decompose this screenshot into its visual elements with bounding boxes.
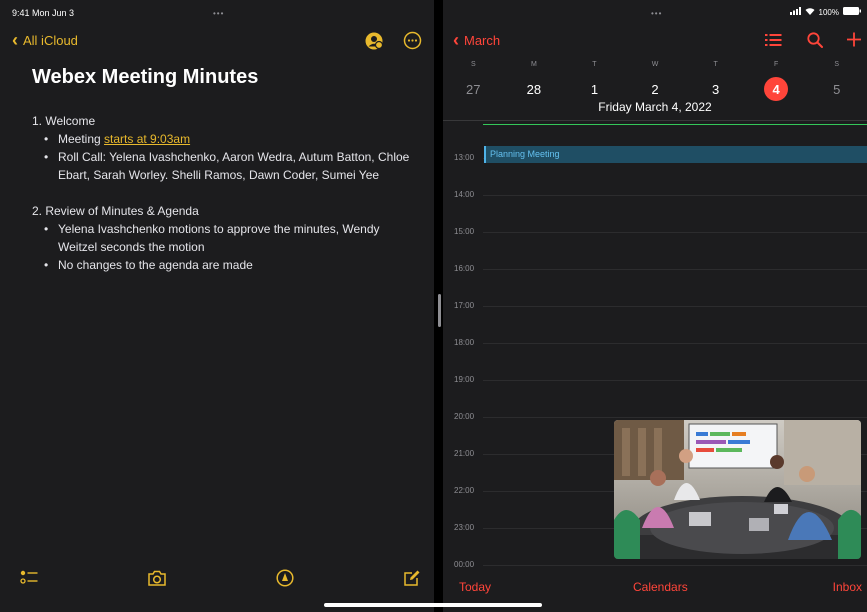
multitask-dots[interactable]: •••: [213, 9, 224, 18]
hour-row: 14:00: [443, 190, 867, 232]
calendar-pane: ••• 100% ‹ March S M T W T F S 27 28 1 2…: [443, 0, 867, 612]
video-pip-window[interactable]: [614, 420, 861, 559]
search-icon[interactable]: [807, 32, 823, 53]
camera-icon[interactable]: [147, 569, 167, 592]
hour-row: 00:00: [443, 560, 867, 573]
day-cell[interactable]: 1: [564, 77, 625, 101]
meeting-text: Meeting: [58, 132, 105, 146]
battery-percent: 100%: [818, 7, 839, 17]
status-indicators: 100%: [789, 7, 861, 17]
list-item: Meeting starts at 9:03am: [44, 130, 412, 148]
hour-row: 16:00: [443, 264, 867, 306]
chevron-left-icon: ‹: [453, 30, 459, 50]
section-heading-review: 2. Review of Minutes & Agenda: [32, 204, 199, 218]
weekday-label: T: [592, 61, 597, 68]
battery-icon: [843, 7, 861, 17]
wifi-icon: [805, 7, 815, 17]
day-cell[interactable]: 2: [625, 77, 686, 101]
hour-row: 17:00: [443, 301, 867, 343]
today-tab[interactable]: Today: [459, 580, 491, 594]
weekday-label: S: [470, 61, 476, 68]
list-item: No changes to the agenda are made: [44, 256, 412, 274]
split-view-handle[interactable]: [438, 294, 441, 327]
day-cell[interactable]: 28: [504, 77, 565, 101]
day-cell-selected[interactable]: 4: [746, 77, 807, 101]
notes-back-button[interactable]: ‹ All iCloud: [12, 30, 78, 50]
markup-pen-icon[interactable]: [276, 569, 294, 592]
hour-row: 13:00: [443, 153, 867, 195]
list-item: Yelena Ivashchenko motions to approve th…: [44, 220, 412, 256]
note-body[interactable]: 1. Welcome Meeting starts at 9:03am Roll…: [32, 112, 412, 274]
multitask-dots[interactable]: •••: [651, 9, 662, 18]
compose-icon[interactable]: [403, 569, 421, 592]
week-strip: 27 28 1 2 3 4 5: [443, 77, 867, 101]
more-options-icon[interactable]: [403, 31, 422, 55]
checklist-icon[interactable]: [20, 569, 38, 592]
day-cell[interactable]: 27: [443, 77, 504, 101]
weekday-header: S M T W T F S: [443, 61, 867, 68]
day-cell[interactable]: 3: [685, 77, 746, 101]
hour-row: 15:00: [443, 227, 867, 269]
selected-date-label: Friday March 4, 2022: [598, 100, 712, 114]
collaborate-icon[interactable]: [364, 31, 384, 56]
inbox-tab[interactable]: Inbox: [833, 580, 862, 594]
day-cell[interactable]: 5: [806, 77, 867, 101]
start-time-link[interactable]: starts at 9:03am: [104, 132, 190, 146]
welcome-list: Meeting starts at 9:03am Roll Call: Yele…: [44, 130, 412, 184]
signal-icon: [789, 7, 801, 17]
weekday-label: S: [834, 61, 840, 68]
note-title[interactable]: Webex Meeting Minutes: [32, 66, 258, 89]
list-item: Roll Call: Yelena Ivashchenko, Aaron Wed…: [44, 148, 412, 184]
meeting-video-image: [614, 420, 861, 559]
calendar-back-label: March: [464, 33, 501, 48]
section-heading-welcome: 1. Welcome: [32, 114, 96, 128]
review-list: Yelena Ivashchenko motions to approve th…: [44, 220, 412, 274]
hour-row: 18:00: [443, 338, 867, 380]
weekday-label: T: [713, 61, 718, 68]
notes-pane: 9:41 Mon Jun 3 ••• ‹ All iCloud Webex Me…: [0, 0, 434, 612]
calendars-tab[interactable]: Calendars: [633, 580, 688, 594]
status-time: 9:41 Mon Jun 3: [12, 8, 75, 18]
calendar-back-button[interactable]: ‹ March: [453, 30, 501, 50]
home-indicator[interactable]: [324, 603, 542, 607]
add-event-icon[interactable]: [847, 32, 861, 52]
hour-row: 19:00: [443, 375, 867, 417]
event-planning-meeting[interactable]: Planning Meeting: [484, 146, 867, 163]
chevron-left-icon: ‹: [12, 30, 18, 50]
weekday-label: F: [774, 61, 779, 68]
weekday-label: W: [651, 61, 659, 68]
weekday-label: M: [530, 61, 537, 68]
notes-back-label: All iCloud: [23, 33, 78, 48]
list-view-icon[interactable]: [765, 33, 782, 52]
